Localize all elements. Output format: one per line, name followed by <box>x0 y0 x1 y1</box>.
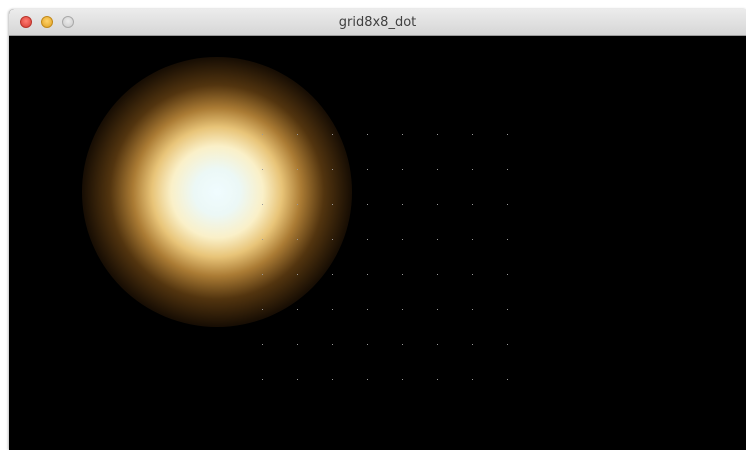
app-window: grid8x8_dot <box>9 9 746 450</box>
grid-dot <box>507 204 508 205</box>
grid-dot <box>437 134 438 135</box>
grid-dot <box>332 274 333 275</box>
grid-dot <box>262 239 263 240</box>
grid-dot <box>507 379 508 380</box>
grid-dot <box>297 344 298 345</box>
grid-dot <box>437 274 438 275</box>
grid-dot <box>507 309 508 310</box>
grid-dot <box>332 309 333 310</box>
render-canvas <box>9 36 746 450</box>
grid-dot <box>297 309 298 310</box>
grid-dot <box>332 169 333 170</box>
grid-dot <box>472 274 473 275</box>
grid-dot <box>437 309 438 310</box>
window-title: grid8x8_dot <box>338 15 417 30</box>
grid-dot <box>297 204 298 205</box>
grid-dot <box>332 239 333 240</box>
grid-dot <box>262 379 263 380</box>
grid-dot <box>332 134 333 135</box>
grid-dot <box>437 169 438 170</box>
grid-dot <box>402 344 403 345</box>
grid-dot <box>472 204 473 205</box>
grid-dot <box>402 204 403 205</box>
grid-dot <box>507 344 508 345</box>
grid-dot <box>437 379 438 380</box>
grid-dot <box>437 204 438 205</box>
grid-dot <box>262 134 263 135</box>
grid-dot <box>262 274 263 275</box>
grid-dot <box>402 274 403 275</box>
grid-dot <box>367 379 368 380</box>
grid-dot <box>472 169 473 170</box>
grid-dot <box>297 379 298 380</box>
grid-dot <box>367 239 368 240</box>
grid-dot <box>297 169 298 170</box>
grid-dot <box>472 134 473 135</box>
grid-dot <box>332 344 333 345</box>
grid-dot <box>367 169 368 170</box>
grid-dot <box>262 309 263 310</box>
grid-dot <box>402 134 403 135</box>
grid-dot <box>472 344 473 345</box>
grid-dot <box>367 204 368 205</box>
grid-dot <box>367 309 368 310</box>
grid-dot <box>367 134 368 135</box>
grid-dot <box>472 239 473 240</box>
grid-dot <box>402 239 403 240</box>
grid-dot <box>297 239 298 240</box>
grid-dot <box>332 204 333 205</box>
grid-dot <box>402 379 403 380</box>
grid-dot <box>262 344 263 345</box>
grid-dot <box>507 169 508 170</box>
grid-dot <box>297 274 298 275</box>
grid-dot <box>332 379 333 380</box>
title-bar[interactable]: grid8x8_dot <box>9 9 746 36</box>
grid-dot <box>437 239 438 240</box>
grid-dot <box>507 239 508 240</box>
grid-dot <box>262 169 263 170</box>
grid-dot <box>472 309 473 310</box>
grid-dot <box>402 169 403 170</box>
grid-dot <box>367 274 368 275</box>
grid-dot <box>367 344 368 345</box>
grid-dot <box>297 134 298 135</box>
grid-dot <box>437 344 438 345</box>
light-glow <box>82 57 352 327</box>
grid-dot <box>472 379 473 380</box>
grid-dot <box>507 134 508 135</box>
grid-dot <box>262 204 263 205</box>
grid-dot <box>507 274 508 275</box>
grid-dot <box>402 309 403 310</box>
